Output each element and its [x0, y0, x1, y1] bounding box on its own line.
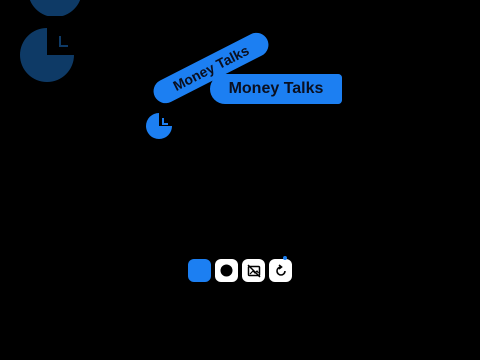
- control-toolbar: [186, 256, 294, 284]
- image-slash-icon: [246, 263, 261, 278]
- record-button[interactable]: [215, 259, 238, 282]
- pie-shape-large: [20, 28, 74, 82]
- reset-button[interactable]: [269, 259, 292, 282]
- caption-banner-straight[interactable]: Money Talks: [210, 74, 342, 104]
- status-dot: [283, 256, 287, 260]
- color-swatch-button[interactable]: [188, 259, 211, 282]
- reset-icon: [275, 263, 286, 276]
- caption-text-straight: Money Talks: [228, 80, 324, 97]
- media-toggle-button[interactable]: [242, 259, 265, 282]
- record-icon: [220, 264, 233, 277]
- pie-shape-top: [30, 0, 80, 16]
- pie-shape-small: [146, 113, 172, 139]
